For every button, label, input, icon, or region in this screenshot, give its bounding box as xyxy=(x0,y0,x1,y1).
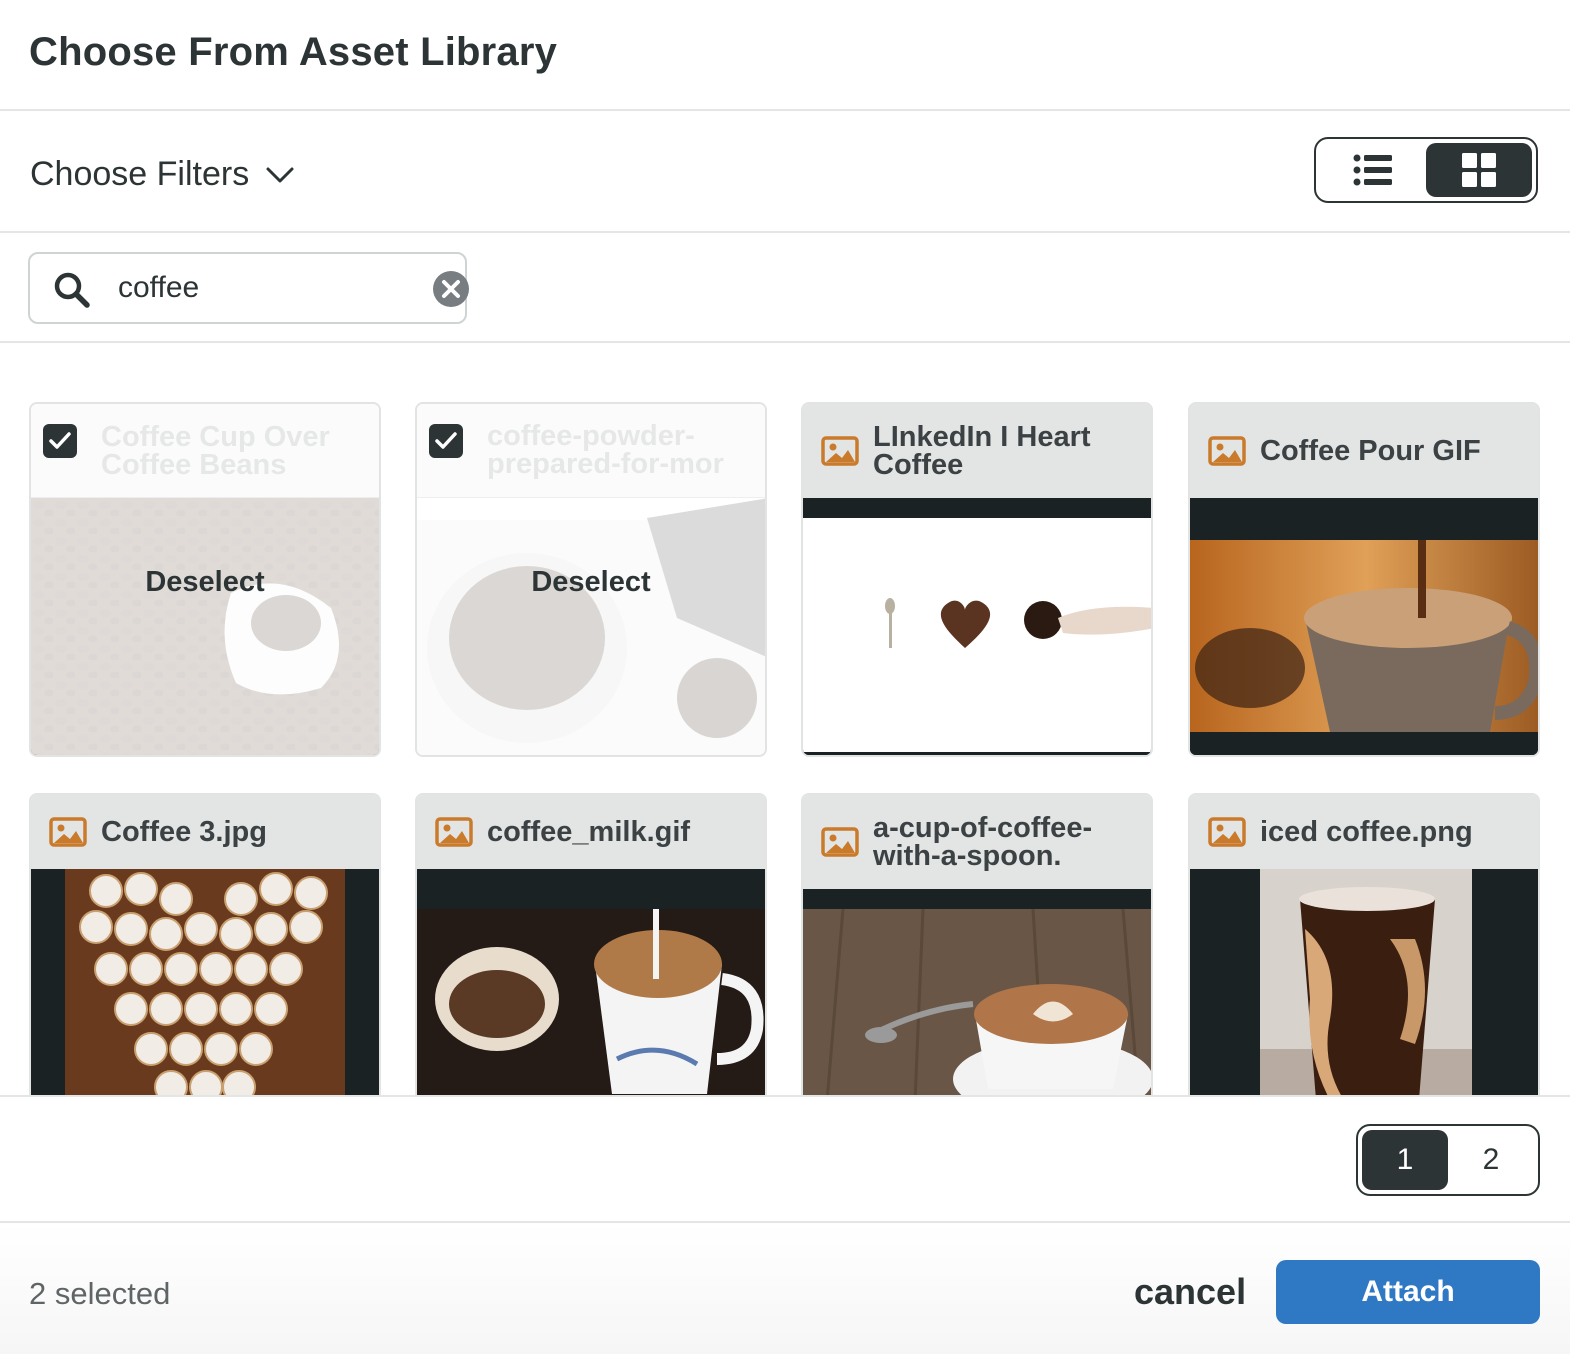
coffee-pour-image xyxy=(1190,498,1538,755)
asset-title: LInkedIn I Heart Coffee xyxy=(873,421,1091,481)
asset-card[interactable]: coffee-powder-prepared-for-mor Deselect xyxy=(415,402,767,757)
grid-icon xyxy=(1462,153,1496,187)
asset-title: iced coffee.png xyxy=(1260,816,1473,848)
asset-title: Coffee 3.jpg xyxy=(101,816,267,848)
heart-coffee-image xyxy=(803,498,1151,755)
search-icon xyxy=(54,272,90,308)
search-box xyxy=(28,252,470,324)
choose-filters-label: Choose Filters xyxy=(30,155,250,193)
asset-card-header: Coffee Cup Over Coffee Beans xyxy=(31,404,379,498)
asset-thumbnail xyxy=(803,889,1151,1095)
asset-thumbnail xyxy=(1190,869,1538,1095)
asset-title: coffee_milk.gif xyxy=(487,816,691,848)
selected-checkbox[interactable] xyxy=(429,424,463,458)
dialog-title: Choose From Asset Library xyxy=(29,30,558,74)
asset-title: Coffee Cup Over Coffee Beans xyxy=(101,420,330,481)
asset-card[interactable]: coffee_milk.gif xyxy=(415,793,767,1095)
clear-search-icon[interactable] xyxy=(432,270,470,308)
grid-view-button[interactable] xyxy=(1426,143,1532,197)
asset-title: coffee-powder-prepared-for-mor xyxy=(487,421,724,480)
selected-overlay xyxy=(417,498,765,755)
image-file-icon xyxy=(1208,817,1246,847)
asset-card[interactable]: iced coffee.png xyxy=(1188,793,1540,1095)
search-input[interactable] xyxy=(118,268,388,308)
image-file-icon xyxy=(1208,436,1246,466)
asset-card-header: coffee-powder-prepared-for-mor xyxy=(417,404,765,498)
checkmark-icon xyxy=(435,432,457,449)
iced-coffee-image xyxy=(1190,869,1538,1095)
asset-title: Coffee Pour GIF xyxy=(1260,435,1481,467)
checkmark-icon xyxy=(49,432,71,449)
coffee-milk-image xyxy=(417,869,765,1095)
asset-card-header: Coffee 3.jpg xyxy=(31,795,379,869)
pagination-row: 1 2 xyxy=(0,1095,1570,1223)
filter-bar: Choose Filters xyxy=(0,111,1570,233)
asset-title: a-cup-of-coffee-with-a-spoon. xyxy=(873,812,1093,872)
latte-heart-image xyxy=(31,869,379,1095)
search-bar xyxy=(0,233,1570,343)
list-view-button[interactable] xyxy=(1320,143,1426,197)
asset-card-header: Coffee Pour GIF xyxy=(1190,404,1538,498)
deselect-button[interactable]: Deselect xyxy=(31,566,379,599)
selected-overlay xyxy=(31,498,379,755)
selected-count: 2 selected xyxy=(29,1276,171,1311)
chevron-down-icon xyxy=(266,167,294,182)
attach-button[interactable]: Attach xyxy=(1276,1260,1540,1324)
cancel-button[interactable]: cancel xyxy=(1134,1271,1246,1313)
asset-grid: Coffee Cup Over Coffee Beans Deselect co… xyxy=(0,343,1570,1095)
image-file-icon xyxy=(435,817,473,847)
image-file-icon xyxy=(821,436,859,466)
asset-thumbnail xyxy=(417,869,765,1095)
asset-card-header: iced coffee.png xyxy=(1190,795,1538,869)
pagination: 1 2 xyxy=(1356,1124,1540,1196)
view-toggle xyxy=(1314,137,1538,203)
dialog-footer: 2 selected cancel Attach xyxy=(0,1223,1570,1354)
asset-card-header: a-cup-of-coffee-with-a-spoon. xyxy=(803,795,1151,889)
image-file-icon xyxy=(49,817,87,847)
choose-filters-toggle[interactable]: Choose Filters xyxy=(30,155,295,194)
asset-card[interactable]: LInkedIn I Heart Coffee xyxy=(801,402,1153,757)
asset-thumbnail xyxy=(31,869,379,1095)
list-icon xyxy=(1353,154,1392,186)
deselect-button[interactable]: Deselect xyxy=(417,566,765,599)
asset-thumbnail xyxy=(1190,498,1538,755)
asset-card[interactable]: Coffee 3.jpg xyxy=(29,793,381,1095)
asset-thumbnail xyxy=(803,498,1151,755)
cup-with-spoon-image xyxy=(803,889,1151,1095)
image-file-icon xyxy=(821,827,859,857)
asset-card-header: LInkedIn I Heart Coffee xyxy=(803,404,1151,498)
asset-card-header: coffee_milk.gif xyxy=(417,795,765,869)
dialog-header: Choose From Asset Library xyxy=(0,0,1570,111)
page-2-button[interactable]: 2 xyxy=(1448,1130,1534,1190)
page-1-button[interactable]: 1 xyxy=(1362,1130,1448,1190)
selected-checkbox[interactable] xyxy=(43,424,77,458)
asset-card[interactable]: a-cup-of-coffee-with-a-spoon. xyxy=(801,793,1153,1095)
asset-card[interactable]: Coffee Cup Over Coffee Beans Deselect xyxy=(29,402,381,757)
asset-card[interactable]: Coffee Pour GIF xyxy=(1188,402,1540,757)
